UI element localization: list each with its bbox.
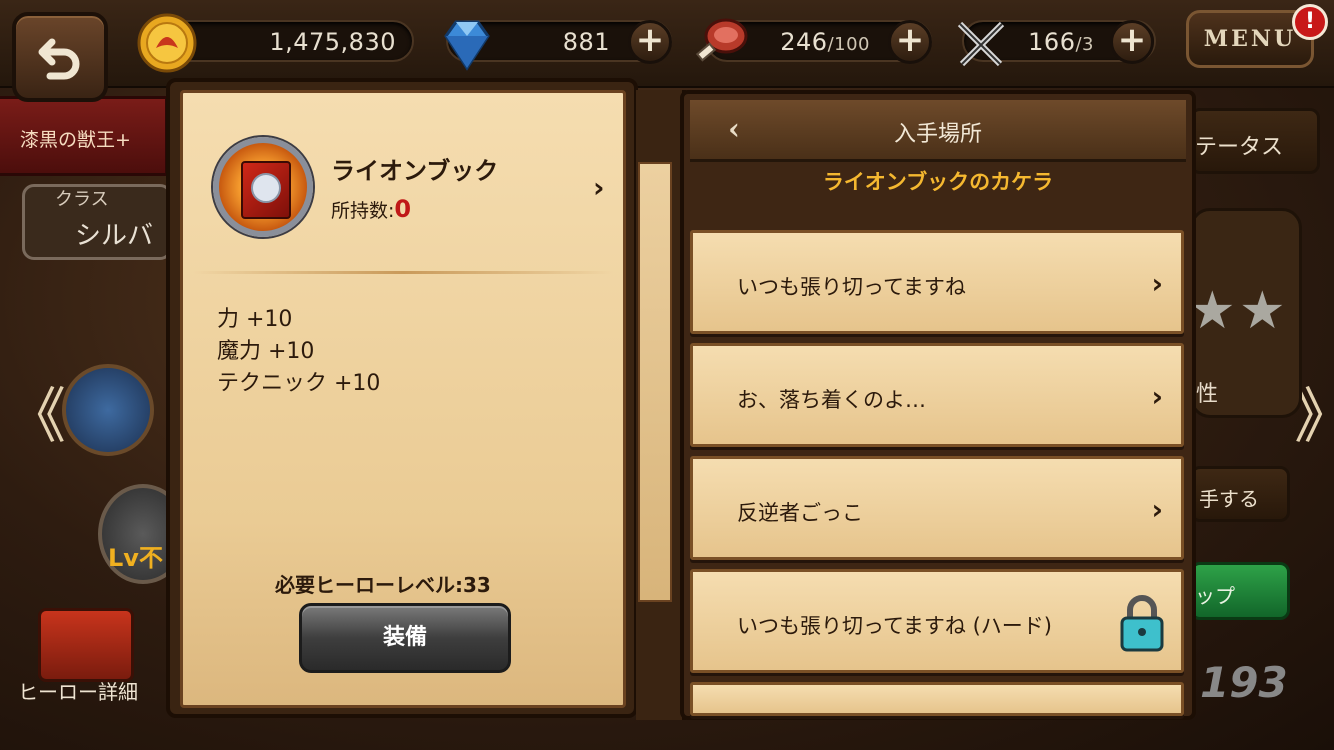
hero-name-banner: 漆黒の獣王+ [0,96,168,176]
add-gems-button[interactable]: + [628,20,672,64]
stat-strength: 力 +10 [217,307,293,332]
gem-value: 881 [562,28,610,56]
battle-value: 166/3 [1028,28,1094,56]
lion-face [251,173,281,203]
power-value: 193 [1200,658,1288,707]
chevron-right-icon: › [1151,267,1163,300]
star-icon: ★ [1239,281,1286,341]
stat-magic: 魔力 +10 [217,339,315,364]
gold-coin-icon [137,13,197,73]
stamina-max: /100 [827,34,870,55]
back-button[interactable] [12,12,108,102]
item-name: ライオンブック [331,157,499,185]
item-detail-chevron-icon[interactable]: › [593,171,605,204]
class-box: クラス シルバ [22,184,172,260]
gold-value: 1,475,830 [269,28,396,56]
owned-label: 所持数: [331,200,395,222]
source-row-label: お、落ち着くのよ… [737,388,926,412]
item-detail-parchment: ライオンブック 所持数:0 › 力 +10 魔力 +10 テクニック +10 必… [180,90,626,708]
battle-max: /3 [1075,34,1094,55]
add-battle-button[interactable]: + [1110,20,1154,64]
class-value: シルバ [75,221,154,251]
acquisition-source-panel: ‹ 入手場所 ライオンブックのカケラ いつも張り切ってますね › お、落ち着くの… [680,90,1196,720]
status-tab[interactable]: テータス [1190,108,1320,174]
equip-button[interactable]: 装備 [299,603,511,673]
middle-panel-parchment [638,162,672,602]
previous-hero-arrow[interactable]: 《 [6,368,66,455]
source-row[interactable]: いつも張り切ってますね (ハード) [690,569,1184,673]
source-title: 入手場所 [893,122,982,147]
source-row-label: 反逆者ごっこ [737,501,863,525]
class-label: クラス [55,189,109,210]
attribute-label: 性 [1196,382,1219,407]
divider [193,271,613,274]
source-header: ‹ 入手場所 [690,100,1186,162]
source-row[interactable]: いつも張り切ってますね › [690,230,1184,334]
hero-detail-book-icon [38,608,134,682]
meat-stamina-icon [695,18,748,62]
stamina-value: 246/100 [780,28,870,56]
diamond-gem-icon [444,20,490,71]
lion-book-icon [213,137,313,237]
alert-badge: ! [1292,4,1328,40]
source-row[interactable]: お、落ち着くのよ… › [690,343,1184,447]
hero-detail-button[interactable]: ヒーロー詳細 [18,676,138,705]
item-detail-panel: ライオンブック 所持数:0 › 力 +10 魔力 +10 テクニック +10 必… [166,78,638,718]
hero-name: 漆黒の獣王+ [20,129,131,151]
owned-value: 0 [394,195,412,223]
level-lock-label: Lv不 [108,544,163,572]
stamina-current: 246 [780,28,828,56]
battle-current: 166 [1028,28,1076,56]
source-row-label: いつも張り切ってますね [737,275,966,299]
equipment-slot-gauntlets[interactable] [62,364,154,456]
source-row-partial[interactable] [690,682,1184,716]
add-stamina-button[interactable]: + [888,20,932,64]
crossed-swords-icon [957,21,1005,67]
chevron-right-icon: › [1151,380,1163,413]
source-row-label: いつも張り切ってますね (ハード) [737,614,1052,638]
middle-panel-edge [636,90,686,720]
lock-icon [1120,595,1164,652]
owned-count: 所持数:0 [331,195,411,223]
game-screen: 漆黒の獣王+ クラス シルバ 《 》 Lv不 ヒーロー詳細 テータス ★ ★ 性… [0,0,1334,750]
required-level: 必要ヒーローレベル:33 [275,573,491,597]
source-subtitle: ライオンブックのカケラ [822,170,1054,194]
level-up-button[interactable]: ップ [1190,562,1290,620]
chevron-right-icon: › [1151,493,1163,526]
get-button[interactable]: 手する [1190,466,1290,522]
back-arrow-icon [38,38,80,80]
stat-technique: テクニック +10 [217,371,381,396]
source-row[interactable]: 反逆者ごっこ › [690,456,1184,560]
